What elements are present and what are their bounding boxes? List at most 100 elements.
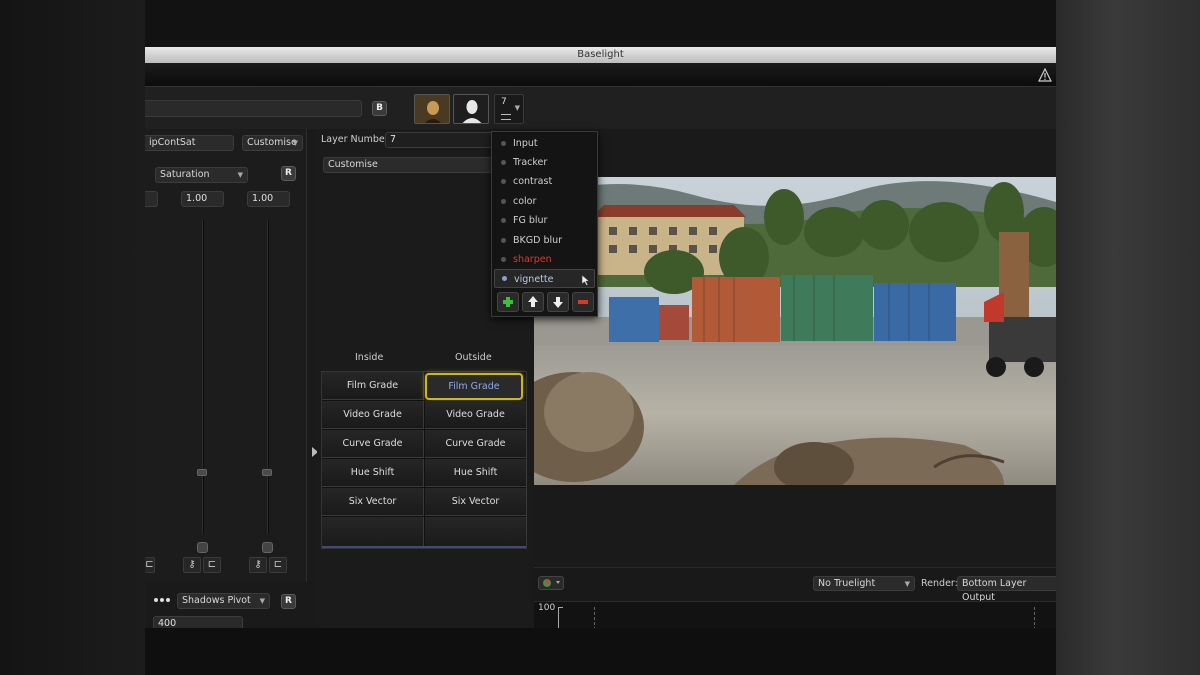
add-layer-button[interactable] — [497, 292, 519, 312]
bullet-icon — [501, 218, 506, 223]
portrait-thumbnail-button[interactable] — [414, 94, 450, 124]
value-field-1[interactable]: 1.00 — [181, 191, 224, 207]
outside-empty-slot[interactable] — [425, 517, 527, 548]
bullet-icon — [502, 276, 507, 281]
inside-curve-grade-button[interactable]: Curve Grade — [322, 430, 424, 458]
warning-icon[interactable] — [1038, 68, 1052, 82]
outside-curve-grade-button[interactable]: Curve Grade — [425, 430, 527, 458]
bullet-icon — [501, 257, 506, 262]
curve-icon[interactable]: ⊏ — [203, 557, 221, 573]
bullet-icon — [501, 179, 506, 184]
slider-reset-button-1[interactable] — [197, 542, 208, 553]
arrow-up-icon — [528, 296, 538, 307]
toolbar: B 7 ▼ — [145, 87, 1056, 129]
slider-handle-1[interactable] — [197, 469, 207, 476]
layer-item[interactable]: FG blur — [492, 211, 597, 230]
value-field-2[interactable]: 1.00 — [247, 191, 290, 207]
layer-item[interactable]: color — [492, 192, 597, 211]
scope-marker-line — [1034, 607, 1035, 628]
value-field-partial[interactable] — [145, 191, 158, 207]
bookmark-button[interactable]: B — [372, 101, 387, 116]
window-title: Baselight — [577, 49, 624, 60]
pivot-value-field[interactable]: 400 — [153, 616, 243, 628]
chevron-down-icon: ▼ — [237, 171, 243, 179]
bullet-icon — [501, 199, 506, 204]
outside-six-vector-button[interactable]: Six Vector — [425, 488, 527, 516]
viewer-image — [534, 177, 1056, 485]
inside-six-vector-button[interactable]: Six Vector — [322, 488, 424, 516]
key-icon[interactable]: ⚷ — [183, 557, 201, 573]
more-dots-icon[interactable] — [153, 596, 171, 604]
scope-graph: 100 — [534, 601, 1056, 628]
mode-dropdown[interactable]: Customise ▼ — [242, 135, 303, 151]
matte-thumbnail-button[interactable] — [453, 94, 489, 124]
layer-item[interactable]: BKGD blur — [492, 231, 597, 250]
scope-color-icon — [543, 579, 560, 587]
inside-hue-shift-button[interactable]: Hue Shift — [322, 459, 424, 487]
inside-video-grade-button[interactable]: Video Grade — [322, 401, 424, 429]
move-layer-down-button[interactable] — [547, 292, 569, 312]
key-icon[interactable]: ⚷ — [249, 557, 267, 573]
slider-track-1[interactable] — [202, 219, 204, 534]
scope-axis-label: 100 — [538, 603, 556, 613]
layer-item[interactable]: Input — [492, 134, 597, 153]
search-input[interactable] — [145, 100, 362, 117]
outside-hue-shift-button[interactable]: Hue Shift — [425, 459, 527, 487]
layer-item-selected[interactable]: vignette — [494, 269, 595, 288]
matte-silhouette-icon — [454, 95, 488, 123]
scope-axis-line — [558, 607, 559, 628]
portrait-icon — [415, 95, 449, 123]
mouse-cursor-icon — [581, 274, 590, 286]
outside-video-grade-button[interactable]: Video Grade — [425, 401, 527, 429]
reset-button[interactable]: R — [281, 166, 296, 181]
layer-item[interactable]: contrast — [492, 172, 597, 191]
render-label: Render: — [921, 578, 958, 589]
inside-empty-slot[interactable] — [322, 517, 424, 548]
pivot-panel: Shadows Pivot ▼ R 400 — [145, 582, 307, 628]
pivot-dropdown[interactable]: Shadows Pivot ▼ — [177, 593, 270, 609]
layer-number-field[interactable]: 7 — [385, 132, 495, 148]
inside-column-header: Inside — [355, 352, 384, 363]
background-top — [145, 0, 1056, 47]
operator-name-field[interactable]: ipContSat — [145, 135, 234, 151]
layer-mode-dropdown[interactable]: Customise — [323, 157, 493, 173]
outside-column-header: Outside — [455, 352, 492, 363]
layer-item-active[interactable]: sharpen — [492, 250, 597, 269]
slider-track-2[interactable] — [267, 219, 269, 534]
scope-panel: No Truelight ▼ Render: Bottom Layer Outp… — [534, 567, 1056, 628]
grade-grid: Film Grade Video Grade Curve Grade Hue S… — [321, 371, 527, 549]
slider-handle-2[interactable] — [262, 469, 272, 476]
title-bar: Baselight — [145, 47, 1056, 63]
grid-underline — [322, 546, 526, 548]
operator-panel: ipContSat Customise ▼ Saturation ▼ R 1.0… — [145, 129, 307, 582]
outside-film-grade-button[interactable]: Film Grade — [425, 373, 523, 400]
curve-icon[interactable]: ⊏ — [145, 557, 155, 573]
image-viewer[interactable] — [534, 177, 1056, 485]
slider-reset-button-2[interactable] — [262, 542, 273, 553]
layer-count-value: 7 — [501, 97, 507, 107]
layer-count-button[interactable]: 7 ▼ — [494, 94, 524, 124]
minus-icon — [578, 300, 588, 304]
bullet-icon — [501, 160, 506, 165]
layer-item[interactable]: Tracker — [492, 153, 597, 172]
baselight-window: Baselight B 7 ▼ ipContSat Customise ▼ Sa… — [145, 47, 1056, 628]
move-layer-up-button[interactable] — [522, 292, 544, 312]
pivot-reset-button[interactable]: R — [281, 594, 296, 609]
remove-layer-button[interactable] — [572, 292, 594, 312]
layer-number-label: Layer Number: — [321, 134, 392, 145]
menu-bar — [145, 63, 1056, 87]
render-dropdown[interactable]: Bottom Layer Output — [957, 576, 1056, 603]
chevron-down-icon: ▼ — [292, 139, 298, 147]
bullet-icon — [501, 238, 506, 243]
scope-marker-line — [594, 607, 595, 628]
bullet-icon — [501, 141, 506, 146]
parameter-dropdown[interactable]: Saturation ▼ — [155, 167, 248, 183]
background-bottom — [145, 628, 1056, 675]
inside-film-grade-button[interactable]: Film Grade — [322, 372, 424, 400]
scope-selector-button[interactable] — [538, 576, 564, 590]
bookmark-letter: B — [376, 103, 383, 113]
curve-icon[interactable]: ⊏ — [269, 557, 287, 573]
chevron-down-icon: ▼ — [904, 580, 910, 588]
truelight-dropdown[interactable]: No Truelight ▼ — [813, 576, 915, 591]
arrow-down-icon — [553, 297, 563, 308]
